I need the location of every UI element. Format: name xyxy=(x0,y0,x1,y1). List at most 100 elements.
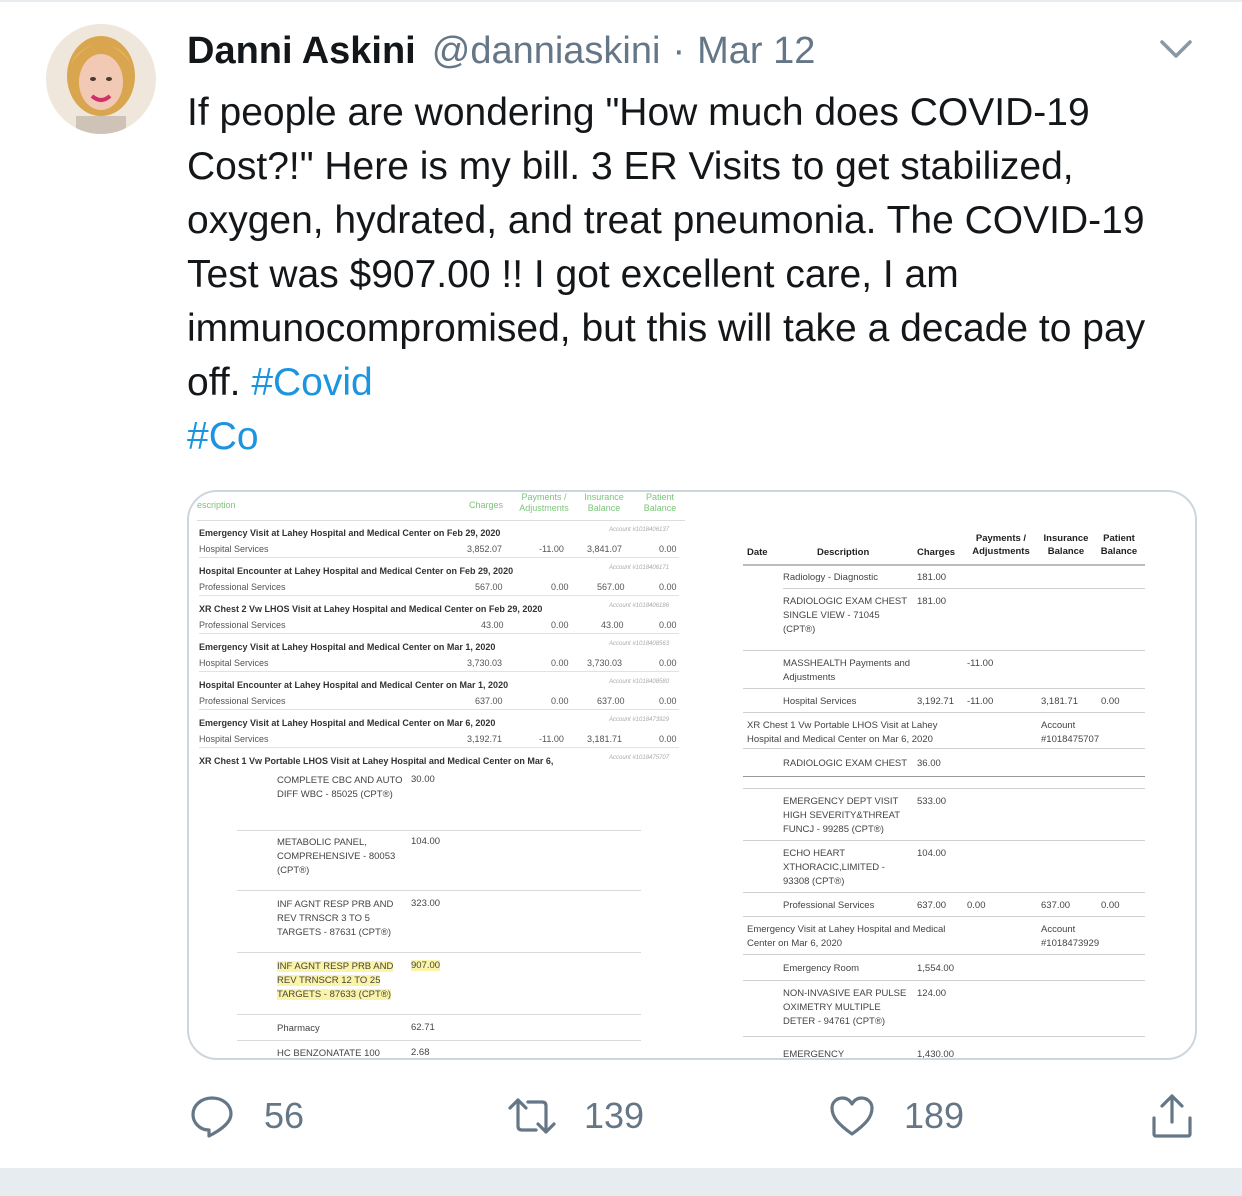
covid-test-desc: INF AGNT RESP PRB AND REV TRNSCR 12 TO 2… xyxy=(277,960,407,1002)
service-charges: 567.00 xyxy=(475,582,503,592)
encounter-er: Emergency Visit at Lahey Hospital and Me… xyxy=(747,924,946,949)
row-prof-insurance: 637.00 xyxy=(1041,900,1071,911)
encounter-title: XR Chest 1 Vw Portable LHOS Visit at Lah… xyxy=(199,756,554,766)
header-patient: Patient Balance xyxy=(643,492,677,513)
media-image[interactable]: escription Charges Payments / Adjustment… xyxy=(187,490,1197,1060)
row-oximetry-amount: 124.00 xyxy=(917,988,947,999)
service-insurance: 3,730.03 xyxy=(587,658,623,668)
tweet-date[interactable]: Mar 12 xyxy=(697,30,815,73)
like-button[interactable]: 189 xyxy=(828,1088,964,1144)
bill-left-header: escription Charges Payments / Adjustment… xyxy=(189,492,689,520)
heart-icon xyxy=(830,1096,874,1136)
row-xray-amount: 181.00 xyxy=(917,596,947,607)
row-hosp-charges: 3,192.71 xyxy=(917,696,954,707)
row-prof-services: Professional Services xyxy=(783,900,875,911)
author-name[interactable]: Danni Askini xyxy=(187,30,416,73)
footer-divider xyxy=(0,1168,1242,1196)
row-divider xyxy=(743,916,1145,917)
row-oximetry: NON-INVASIVE EAR PULSE OXIMETRY MULTIPLE… xyxy=(783,988,907,1027)
service-label: Professional Services xyxy=(199,582,286,592)
line-item-desc: COMPLETE CBC AND AUTO DIFF WBC - 85025 (… xyxy=(277,775,403,800)
row-masshealth: MASSHEALTH Payments and Adjustments xyxy=(783,658,911,683)
line-item-amount: 30.00 xyxy=(411,774,435,785)
row-divider xyxy=(743,980,1145,981)
page-seam xyxy=(743,776,1145,777)
encounter-account: Account #1018475707 xyxy=(609,755,670,761)
encounter-account: Account #1018473929 xyxy=(609,717,670,723)
avatar-image xyxy=(46,24,156,134)
row-divider xyxy=(743,712,1145,713)
avatar[interactable] xyxy=(46,24,156,134)
header-divider xyxy=(743,564,1145,566)
header-date: Date xyxy=(747,547,768,558)
service-label: Hospital Services xyxy=(199,658,269,668)
row-divider xyxy=(743,788,1145,789)
service-insurance: 3,841.07 xyxy=(587,544,623,554)
row-divider xyxy=(237,1014,641,1015)
chevron-down-icon[interactable] xyxy=(1158,34,1194,62)
row-ed-visit: EMERGENCY DEPT VISIT HIGH SEVERITY&THREA… xyxy=(783,796,900,835)
service-charges: 3,730.03 xyxy=(467,658,503,668)
encounter-account: Account #1018406137 xyxy=(609,527,670,533)
tweet-actions: 56 139 189 xyxy=(0,1088,1242,1144)
reply-count: 56 xyxy=(264,1095,305,1136)
tweet-header: Danni Askini @danniaskini · Mar 12 xyxy=(187,30,815,76)
tweet-text: If people are wondering "How much does C… xyxy=(187,86,1207,410)
retweet-count: 139 xyxy=(584,1095,645,1136)
reply-button[interactable]: 56 xyxy=(188,1088,304,1144)
encounter-title: Emergency Visit at Lahey Hospital and Me… xyxy=(199,718,496,728)
row-xray: RADIOLOGIC EXAM CHEST SINGLE VIEW - 7104… xyxy=(783,596,907,635)
row-echo: ECHO HEART XTHORACIC,LIMITED - 93308 (CP… xyxy=(783,848,885,887)
encounter-title: Hospital Encounter at Lahey Hospital and… xyxy=(199,566,514,576)
line-item-desc: Pharmacy xyxy=(277,1023,320,1034)
hashtag-co[interactable]: #Co xyxy=(187,410,259,464)
header-patient: Patient Balance xyxy=(1100,533,1138,557)
encounter-title: Hospital Encounter at Lahey Hospital and… xyxy=(199,680,509,690)
service-patient: 0.00 xyxy=(659,696,677,706)
service-payments: 0.00 xyxy=(551,658,569,668)
encounter-account: Account #1018406186 xyxy=(609,603,670,609)
service-label: Professional Services xyxy=(199,696,286,706)
service-payments: -11.00 xyxy=(539,544,564,554)
service-row: Professional Services 567.00 0.00 567.00… xyxy=(199,578,679,596)
service-payments: 0.00 xyxy=(551,582,569,592)
share-icon xyxy=(1152,1094,1192,1138)
encounter-account: Account #1018408563 xyxy=(609,641,670,647)
service-patient: 0.00 xyxy=(659,582,677,592)
row-divider xyxy=(783,588,1145,589)
line-item-desc: METABOLIC PANEL, COMPREHENSIVE - 80053 (… xyxy=(277,837,396,876)
hashtag-covid[interactable]: #Covid xyxy=(251,361,372,404)
service-insurance: 43.00 xyxy=(601,620,624,630)
row-radiologic-exam-amount: 36.00 xyxy=(917,758,941,769)
service-insurance: 567.00 xyxy=(597,582,625,592)
service-payments: 0.00 xyxy=(551,620,569,630)
retweet-button[interactable]: 139 xyxy=(508,1088,644,1144)
service-insurance: 637.00 xyxy=(597,696,625,706)
row-hosp-patient: 0.00 xyxy=(1101,696,1120,707)
covid-test-highlight: INF AGNT RESP PRB AND REV TRNSCR 12 TO 2… xyxy=(277,961,394,1000)
service-row: Professional Services 637.00 0.00 637.00… xyxy=(199,692,679,710)
row-divider xyxy=(743,650,1145,651)
share-button[interactable] xyxy=(1148,1088,1196,1144)
row-radiology-amount: 181.00 xyxy=(917,572,947,583)
author-handle[interactable]: @danniaskini xyxy=(432,30,661,73)
retweet-icon xyxy=(508,1098,556,1134)
line-item-amount: 62.71 xyxy=(411,1022,435,1033)
encounter-account: Account #1018408580 xyxy=(609,679,670,685)
header-description: Description xyxy=(817,547,870,558)
row-divider xyxy=(743,954,1145,955)
separator-dot: · xyxy=(672,30,686,72)
line-item-desc: HC BENZONATATE 100 xyxy=(277,1048,380,1059)
tweet-body: If people are wondering "How much does C… xyxy=(187,91,1146,404)
row-hosp-payments: -11.00 xyxy=(967,696,994,707)
service-charges: 3,852.07 xyxy=(467,544,503,554)
header-description: escription xyxy=(197,500,236,510)
service-patient: 0.00 xyxy=(659,544,677,554)
service-insurance: 3,181.71 xyxy=(587,734,623,744)
encounter-title: Emergency Visit at Lahey Hospital and Me… xyxy=(199,528,501,538)
row-ed-visit-amount: 533.00 xyxy=(917,796,947,807)
row-radiologic-exam: RADIOLOGIC EXAM CHEST xyxy=(783,758,908,769)
row-divider xyxy=(743,748,1145,749)
row-masshealth-amount: -11.00 xyxy=(967,658,994,669)
row-emergency: EMERGENCY xyxy=(783,1049,845,1060)
